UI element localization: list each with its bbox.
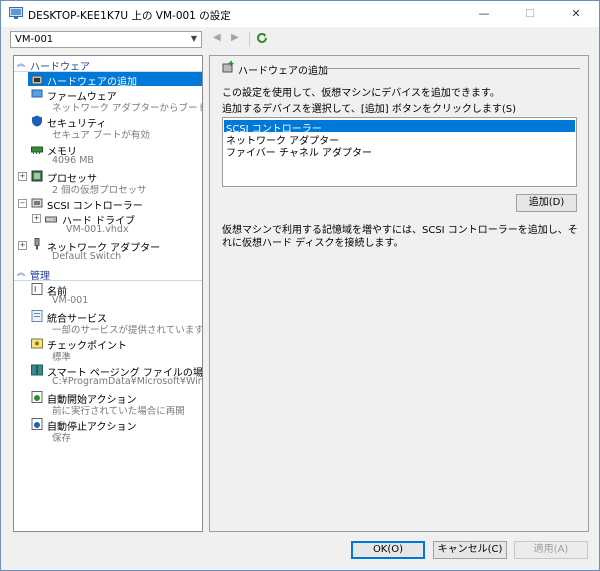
tree-item-smart-paging[interactable]: スマート ページング ファイルの場所 C:¥ProgramData¥Micros… <box>14 363 202 389</box>
svg-text:I: I <box>34 285 36 294</box>
expand-toggle[interactable]: + <box>32 214 41 223</box>
tree-item-sublabel: VM-001.vhdx <box>66 224 129 235</box>
shield-icon <box>32 115 42 127</box>
panel-description: この設定を使用して、仮想マシンにデバイスを追加できます。 <box>222 88 500 99</box>
tree-item-sublabel: 標準 <box>52 352 72 363</box>
panel-title: ハードウェアの追加 <box>238 66 328 77</box>
tree-item-scsi-controller[interactable]: − SCSI コントローラー <box>14 196 202 212</box>
vm-select-dropdown[interactable]: VM-001 ▼ <box>10 31 202 48</box>
info-text: 仮想マシンで利用する記憶域を増やすには、SCSI コントローラーを追加し、それに… <box>222 225 578 249</box>
tree-item-memory[interactable]: メモリ 4096 MB <box>14 142 202 168</box>
cancel-button[interactable]: キャンセル(C) <box>433 541 507 559</box>
name-icon: I <box>31 283 43 295</box>
tree-item-security[interactable]: セキュリティ セキュア ブートが有効 <box>14 114 202 141</box>
tree-item-integration-services[interactable]: 統合サービス 一部のサービスが提供されています <box>14 309 203 336</box>
memory-icon <box>31 146 43 154</box>
vm-settings-icon <box>9 7 23 19</box>
tree-item-auto-stop[interactable]: 自動停止アクション 保存 <box>14 417 202 444</box>
expand-toggle[interactable]: + <box>18 172 27 181</box>
chevron-up-icon: ︽ <box>17 268 25 277</box>
tree-item-label: ハードウェアの追加 <box>47 77 137 88</box>
tree-item-add-hardware[interactable]: ハードウェアの追加 <box>14 72 202 88</box>
close-button[interactable]: ✕ <box>553 1 599 27</box>
tree-item-hard-drive[interactable]: + ハード ドライブ VM-001.vhdx <box>14 211 202 237</box>
network-adapter-icon <box>34 238 40 250</box>
checkpoint-icon <box>31 338 43 349</box>
tree-item-checkpoints[interactable]: チェックポイント 標準 <box>14 336 202 363</box>
auto-stop-icon <box>31 418 43 430</box>
tree-item-label: SCSI コントローラー <box>47 201 143 212</box>
auto-start-icon <box>31 391 43 403</box>
hard-drive-icon <box>45 216 57 223</box>
window-title: DESKTOP-KEE1K7U 上の VM-001 の設定 <box>28 10 231 22</box>
tree-item-sublabel: C:¥ProgramData¥Microsoft¥Windo... <box>52 376 203 387</box>
tree-item-network-adapter[interactable]: + ネットワーク アダプター Default Switch <box>14 238 202 264</box>
refresh-icon[interactable] <box>255 31 269 45</box>
toolbar-divider <box>249 32 250 47</box>
device-option-network[interactable]: ネットワーク アダプター <box>224 132 575 147</box>
device-option-fibre-channel[interactable]: ファイバー チャネル アダプター <box>224 144 575 159</box>
header-divider <box>325 68 580 69</box>
hardware-section-header[interactable]: ︽ ハードウェア <box>14 58 202 73</box>
processor-icon <box>31 170 43 182</box>
settings-tree: ︽ ハードウェア ハードウェアの追加 ファームウェア ネットワーク アダプターか… <box>13 55 203 532</box>
settings-window: DESKTOP-KEE1K7U 上の VM-001 の設定 — ☐ ✕ VM-0… <box>0 0 600 571</box>
back-arrow-icon[interactable]: ◀ <box>213 32 221 43</box>
tree-item-name[interactable]: I 名前 VM-001 <box>14 282 202 308</box>
tree-item-sublabel: 一部のサービスが提供されています <box>52 325 203 336</box>
chevron-down-icon: ▼ <box>190 34 197 43</box>
tree-item-firmware[interactable]: ファームウェア ネットワーク アダプターからブート <box>14 87 203 114</box>
tree-item-sublabel: 2 個の仮想プロセッサ <box>52 185 147 196</box>
tree-item-sublabel: ネットワーク アダプターからブート <box>52 103 203 114</box>
tree-item-processor[interactable]: + プロセッサ 2 個の仮想プロセッサ <box>14 169 202 196</box>
tree-item-sublabel: 前に実行されていた場合に再開 <box>52 406 185 417</box>
section-divider <box>14 280 202 281</box>
title-bar: DESKTOP-KEE1K7U 上の VM-001 の設定 — ☐ ✕ <box>1 1 599 27</box>
tree-item-sublabel: セキュア ブートが有効 <box>52 130 150 141</box>
add-hardware-icon <box>222 61 234 73</box>
collapse-toggle[interactable]: − <box>18 199 27 208</box>
device-list[interactable]: SCSI コントローラー ネットワーク アダプター ファイバー チャネル アダプ… <box>222 117 577 187</box>
device-option-scsi[interactable]: SCSI コントローラー <box>224 120 575 135</box>
settings-detail-panel: ハードウェアの追加 この設定を使用して、仮想マシンにデバイスを追加できます。 追… <box>209 55 589 532</box>
management-section-header[interactable]: ︽ 管理 <box>14 267 202 282</box>
smart-paging-icon <box>31 364 43 376</box>
ok-button[interactable]: OK(O) <box>351 541 425 559</box>
add-hardware-icon <box>31 75 43 85</box>
tree-item-sublabel: VM-001 <box>52 295 89 306</box>
firmware-icon <box>31 89 43 98</box>
chevron-up-icon: ︽ <box>17 59 25 68</box>
tree-item-sublabel: 保存 <box>52 433 72 444</box>
forward-arrow-icon[interactable]: ▶ <box>231 32 239 43</box>
scsi-controller-icon <box>31 198 43 208</box>
add-button[interactable]: 追加(D) <box>516 194 577 212</box>
expand-toggle[interactable]: + <box>18 241 27 250</box>
maximize-button[interactable]: ☐ <box>507 1 553 27</box>
tree-item-sublabel: 4096 MB <box>52 155 94 166</box>
integration-services-icon <box>31 310 43 322</box>
device-list-label: 追加するデバイスを選択して、[追加] ボタンをクリックします(S) <box>222 104 517 115</box>
tree-item-sublabel: Default Switch <box>52 251 122 262</box>
apply-button[interactable]: 適用(A) <box>514 541 588 559</box>
vm-select-value: VM-001 <box>15 34 54 45</box>
minimize-button[interactable]: — <box>461 1 507 27</box>
tree-item-auto-start[interactable]: 自動開始アクション 前に実行されていた場合に再開 <box>14 390 202 417</box>
